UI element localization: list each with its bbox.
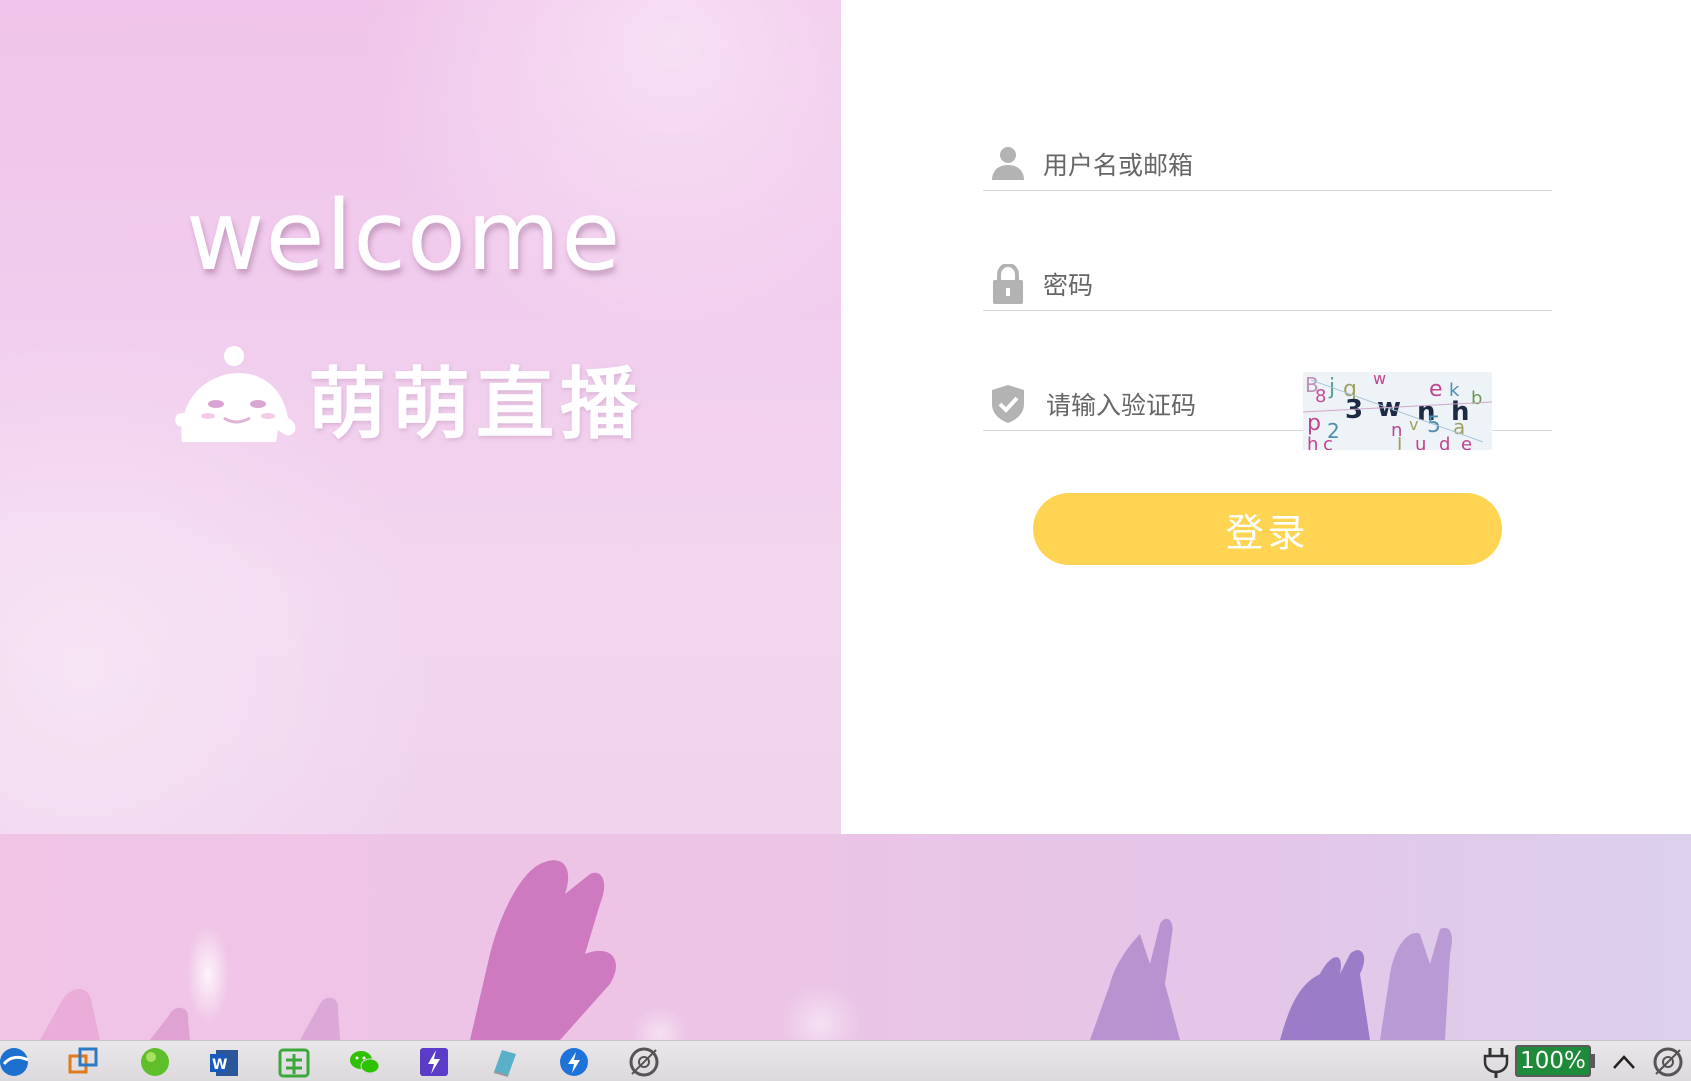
disk-tool-icon[interactable] [628,1046,660,1078]
svg-text:w: w [1373,372,1386,388]
password-field[interactable]: 密码 [983,260,1552,311]
crowd-background-image [0,834,1691,1040]
user-icon [992,147,1024,180]
bolt-app-icon[interactable] [418,1046,450,1078]
login-page: welcome 萌萌直播 用户名或邮箱 密码 请输入验证码 B 8 q w e … [0,0,1691,1081]
chinese-ime-icon[interactable] [278,1046,310,1078]
thunder-download-icon[interactable] [558,1046,590,1078]
username-field[interactable]: 用户名或邮箱 [983,140,1552,191]
notepad-icon[interactable] [488,1046,520,1078]
svg-text:c: c [1323,434,1333,450]
power-plug-icon [1483,1048,1509,1078]
svg-text:J: J [1396,434,1402,450]
brand-name: 萌萌直播 [308,360,645,450]
svg-text:b: b [1471,388,1482,409]
disk-tool-tray-icon[interactable] [1652,1046,1684,1078]
wechat-icon[interactable] [348,1046,380,1078]
word-icon[interactable]: W [208,1046,240,1078]
hero-panel: welcome 萌萌直播 [0,0,841,834]
username-placeholder: 用户名或邮箱 [1043,151,1194,180]
login-button[interactable]: 登录 [1033,493,1502,565]
svg-text:u: u [1415,434,1426,450]
captcha-placeholder: 请输入验证码 [1046,391,1197,420]
crowd-hands-image [40,860,1452,1040]
mascot-logo-icon [175,346,296,442]
svg-text:h: h [1307,434,1318,450]
shield-check-icon [992,385,1024,423]
svg-text:8: 8 [1315,386,1326,407]
svg-text:W: W [212,1057,227,1073]
chevron-up-icon[interactable] [1608,1046,1640,1078]
lock-icon [993,264,1023,304]
svg-text:d: d [1439,434,1450,450]
browser-icon[interactable] [0,1046,32,1078]
welcome-heading: welcome [186,180,622,292]
green-app-icon[interactable] [139,1046,171,1078]
battery-nub [1591,1054,1595,1068]
virtual-machine-icon[interactable] [68,1046,100,1078]
captcha-image[interactable]: B 8 j q w e k b 3 w n h p 2 n v 5 a h c … [1303,372,1492,450]
password-placeholder: 密码 [1043,271,1094,300]
taskbar: W 100% [0,1040,1691,1081]
battery-indicator[interactable]: 100% [1515,1045,1591,1077]
svg-text:p: p [1307,411,1321,436]
